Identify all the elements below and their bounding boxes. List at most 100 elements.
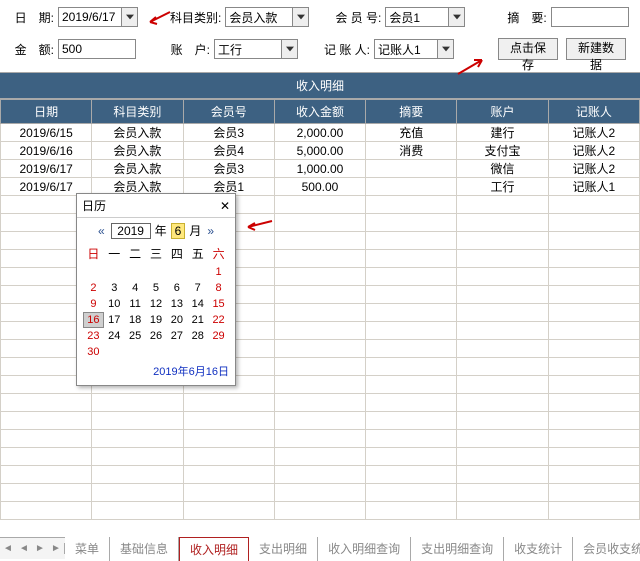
calendar-day (187, 344, 208, 360)
account-input[interactable] (215, 40, 281, 58)
sheet-tab[interactable]: 收支统计 (504, 537, 573, 561)
cat-combo[interactable] (225, 7, 309, 27)
calendar-day (83, 264, 104, 280)
calendar-day[interactable]: 2 (83, 280, 104, 296)
calendar-day[interactable]: 24 (104, 328, 125, 344)
calendar-day (125, 264, 146, 280)
cat-dropdown-btn[interactable] (292, 8, 308, 26)
calendar-day[interactable]: 18 (125, 312, 146, 328)
note-input[interactable] (551, 7, 629, 27)
calendar-day[interactable]: 28 (187, 328, 208, 344)
member-input[interactable] (386, 8, 448, 26)
calendar-next-icon[interactable]: » (205, 224, 216, 238)
calendar-day[interactable]: 27 (166, 328, 187, 344)
section-banner: 收入明细 (0, 72, 640, 99)
save-button[interactable]: 点击保存 (498, 38, 558, 60)
date-input[interactable] (59, 8, 121, 26)
member-label: 会 员 号: (335, 9, 381, 26)
calendar-day[interactable]: 29 (208, 328, 229, 344)
calendar-day (104, 264, 125, 280)
col-header: 摘要 (366, 100, 457, 124)
calendar-day (166, 264, 187, 280)
calendar-day[interactable]: 17 (104, 312, 125, 328)
sheet-tab[interactable]: 支出明细查询 (411, 537, 504, 561)
calendar-day[interactable]: 11 (125, 296, 146, 312)
account-dropdown-btn[interactable] (281, 40, 297, 58)
calendar-day[interactable]: 30 (83, 344, 104, 360)
calendar-dow: 一 (104, 243, 125, 264)
new-button[interactable]: 新建数据 (566, 38, 626, 60)
calendar-day[interactable]: 26 (146, 328, 167, 344)
calendar-day[interactable]: 7 (187, 280, 208, 296)
calendar-day[interactable]: 23 (83, 328, 104, 344)
calendar-day[interactable]: 6 (166, 280, 187, 296)
table-row[interactable] (1, 448, 640, 466)
calendar-day[interactable]: 16 (83, 312, 104, 328)
calendar-day[interactable]: 4 (125, 280, 146, 296)
calendar-month-suffix: 月 (189, 222, 201, 239)
calendar-prev-icon[interactable]: « (96, 224, 107, 238)
note-label: 摘 要: (507, 9, 546, 26)
amount-label: 金 额: (6, 41, 54, 58)
cat-input[interactable] (226, 8, 292, 26)
col-header: 记账人 (548, 100, 639, 124)
calendar-day[interactable]: 14 (187, 296, 208, 312)
member-dropdown-btn[interactable] (448, 8, 464, 26)
table-row[interactable]: 2019/6/15会员入款会员32,000.00充值建行记账人2 (1, 124, 640, 142)
calendar-day[interactable]: 5 (146, 280, 167, 296)
sheet-tab[interactable]: 支出明细 (249, 537, 318, 561)
sheet-tab[interactable]: 会员收支统计 (573, 537, 640, 561)
keeper-dropdown-btn[interactable] (437, 40, 453, 58)
tab-scroll[interactable]: ◄◄►► (0, 543, 65, 554)
calendar-dow: 五 (187, 243, 208, 264)
sheet-tab[interactable]: 基础信息 (110, 537, 179, 561)
calendar-day[interactable]: 13 (166, 296, 187, 312)
member-combo[interactable] (385, 7, 465, 27)
calendar-day[interactable]: 9 (83, 296, 104, 312)
keeper-combo[interactable] (374, 39, 454, 59)
calendar-day[interactable]: 25 (125, 328, 146, 344)
sheet-tab[interactable]: 菜单 (65, 537, 110, 561)
keeper-input[interactable] (375, 40, 437, 58)
calendar-close-icon[interactable]: ✕ (220, 199, 230, 213)
calendar-year-suffix: 年 (155, 222, 167, 239)
calendar-year-input[interactable] (111, 223, 151, 239)
date-label: 日 期: (6, 9, 54, 26)
sheet-tab[interactable]: 收入明细查询 (318, 537, 411, 561)
calendar-day[interactable]: 3 (104, 280, 125, 296)
sheet-tab[interactable]: 收入明细 (179, 537, 249, 561)
table-row[interactable] (1, 394, 640, 412)
calendar-day[interactable]: 12 (146, 296, 167, 312)
col-header: 收入金额 (274, 100, 365, 124)
calendar-day[interactable]: 1 (208, 264, 229, 280)
amount-input[interactable] (58, 39, 136, 59)
sheet-tabs: ◄◄►► 菜单基础信息收入明细支出明细收入明细查询支出明细查询收支统计会员收支统… (0, 537, 640, 559)
date-dropdown-btn[interactable] (121, 8, 137, 26)
table-row[interactable]: 2019/6/16会员入款会员45,000.00消费支付宝记账人2 (1, 142, 640, 160)
calendar-day[interactable]: 15 (208, 296, 229, 312)
account-label: 账 户: (166, 41, 210, 58)
table-row[interactable] (1, 412, 640, 430)
table-row[interactable] (1, 484, 640, 502)
date-combo[interactable] (58, 7, 138, 27)
calendar-day (146, 344, 167, 360)
calendar-day[interactable]: 21 (187, 312, 208, 328)
calendar-month[interactable]: 6 (171, 223, 186, 239)
table-row[interactable] (1, 466, 640, 484)
calendar-day[interactable]: 8 (208, 280, 229, 296)
calendar-popup: 日历 ✕ « 年 6 月 » 日一二三四五六 12345678910111213… (76, 193, 236, 386)
calendar-day (125, 344, 146, 360)
table-row[interactable] (1, 430, 640, 448)
calendar-day[interactable]: 19 (146, 312, 167, 328)
calendar-dow: 六 (208, 243, 229, 264)
calendar-day[interactable]: 20 (166, 312, 187, 328)
col-header: 会员号 (183, 100, 274, 124)
table-row[interactable]: 2019/6/17会员入款会员31,000.00微信记账人2 (1, 160, 640, 178)
table-row[interactable] (1, 502, 640, 520)
account-combo[interactable] (214, 39, 298, 59)
calendar-day[interactable]: 10 (104, 296, 125, 312)
calendar-day[interactable]: 22 (208, 312, 229, 328)
cat-label: 科目类别: (170, 9, 221, 26)
calendar-day (166, 344, 187, 360)
calendar-dow: 三 (146, 243, 167, 264)
